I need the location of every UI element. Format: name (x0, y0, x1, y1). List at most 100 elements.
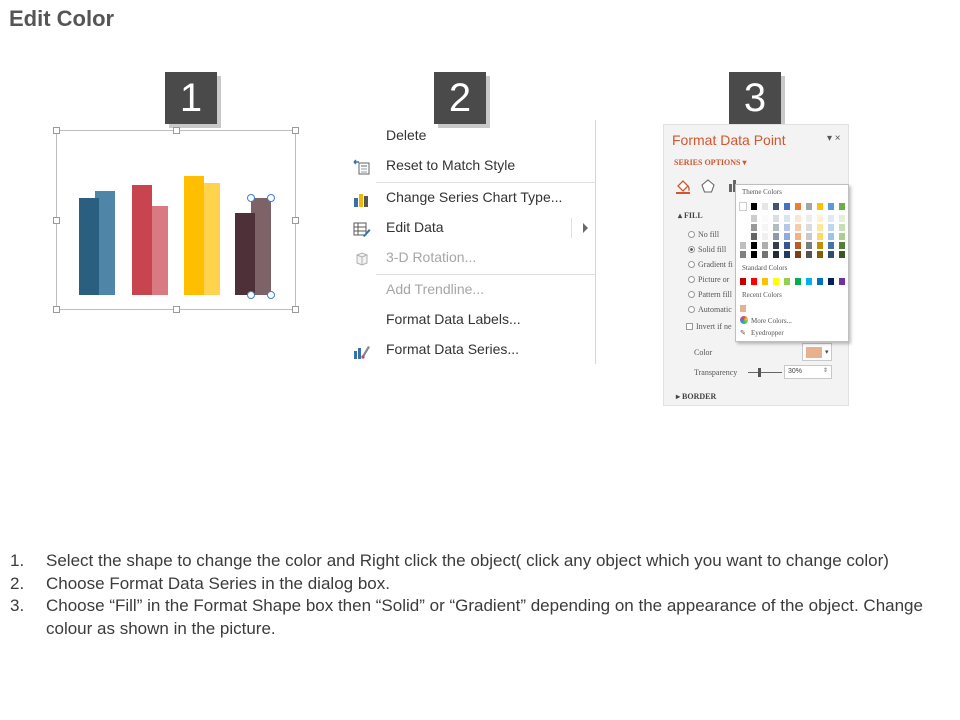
theme-color-swatch[interactable] (740, 215, 746, 222)
theme-color-swatch[interactable] (817, 242, 823, 249)
bar-4-series-1[interactable] (235, 213, 255, 295)
theme-color-swatch[interactable] (762, 203, 768, 210)
theme-color-swatch[interactable] (806, 233, 812, 240)
menu-item-format-data-series[interactable]: Format Data Series... (346, 338, 596, 364)
selection-handle[interactable] (247, 194, 255, 202)
theme-color-swatch[interactable] (784, 203, 790, 210)
theme-color-swatch[interactable] (773, 215, 779, 222)
menu-item-reset-style[interactable]: Reset to Match Style (346, 154, 596, 180)
theme-color-swatch[interactable] (817, 215, 823, 222)
selection-handle[interactable] (267, 194, 275, 202)
border-section-header[interactable]: ▸ BORDER (676, 392, 716, 401)
theme-color-swatch[interactable] (806, 251, 812, 258)
solid-fill-radio[interactable]: Solid fill (688, 245, 738, 257)
transparency-slider-track[interactable] (748, 372, 782, 373)
theme-color-swatch[interactable] (762, 251, 768, 258)
theme-color-swatch[interactable] (839, 233, 845, 240)
theme-color-swatch[interactable] (784, 242, 790, 249)
resize-handle[interactable] (292, 306, 299, 313)
theme-color-swatch[interactable] (839, 251, 845, 258)
theme-color-swatch[interactable] (839, 224, 845, 231)
eyedropper-option[interactable]: ✎ Eyedropper (740, 329, 784, 337)
pane-menu-close-icon[interactable]: ▾ × (827, 133, 841, 144)
theme-color-swatch[interactable] (795, 215, 801, 222)
resize-handle[interactable] (53, 217, 60, 224)
bar-2-series-1[interactable] (132, 185, 152, 295)
theme-color-swatch[interactable] (773, 251, 779, 258)
standard-color-swatch[interactable] (806, 278, 812, 285)
effects-tab-icon[interactable] (700, 178, 716, 199)
theme-color-swatch[interactable] (762, 242, 768, 249)
theme-color-swatch[interactable] (751, 242, 757, 249)
theme-color-swatch[interactable] (817, 203, 823, 210)
theme-color-swatch[interactable] (817, 233, 823, 240)
theme-color-swatch[interactable] (751, 233, 757, 240)
standard-color-swatch[interactable] (795, 278, 801, 285)
theme-color-swatch[interactable] (828, 215, 834, 222)
resize-handle[interactable] (173, 306, 180, 313)
theme-color-swatch[interactable] (740, 233, 746, 240)
theme-color-swatch[interactable] (795, 233, 801, 240)
fill-line-tab-icon[interactable] (674, 177, 692, 200)
resize-handle[interactable] (53, 127, 60, 134)
theme-color-swatch[interactable] (773, 203, 779, 210)
theme-color-swatch[interactable] (740, 251, 746, 258)
picture-fill-radio[interactable]: Picture or (688, 275, 736, 287)
theme-color-swatch[interactable] (795, 224, 801, 231)
theme-color-swatch[interactable] (806, 215, 812, 222)
theme-color-swatch[interactable] (784, 233, 790, 240)
theme-color-swatch[interactable] (795, 203, 801, 210)
selection-handle[interactable] (247, 291, 255, 299)
theme-color-swatch[interactable] (740, 242, 746, 249)
theme-color-swatch[interactable] (828, 251, 834, 258)
resize-handle[interactable] (292, 217, 299, 224)
pattern-fill-radio[interactable]: Pattern fill (688, 290, 736, 302)
theme-color-swatch[interactable] (773, 233, 779, 240)
theme-color-swatch[interactable] (773, 242, 779, 249)
bar-3-series-1[interactable] (184, 176, 204, 295)
theme-color-swatch[interactable] (762, 224, 768, 231)
theme-color-swatch[interactable] (839, 215, 845, 222)
theme-color-swatch[interactable] (828, 224, 834, 231)
resize-handle[interactable] (53, 306, 60, 313)
gradient-fill-radio[interactable]: Gradient fi (688, 260, 736, 272)
transparency-slider-thumb[interactable] (758, 368, 761, 377)
theme-color-swatch[interactable] (751, 251, 757, 258)
menu-item-delete[interactable]: Delete (346, 124, 596, 150)
resize-handle[interactable] (292, 127, 299, 134)
theme-color-swatch[interactable] (817, 224, 823, 231)
theme-color-swatch[interactable] (784, 251, 790, 258)
theme-color-swatch[interactable] (795, 242, 801, 249)
theme-color-swatch[interactable] (751, 215, 757, 222)
theme-color-swatch[interactable] (817, 251, 823, 258)
theme-color-swatch[interactable] (740, 224, 746, 231)
theme-color-swatch[interactable] (784, 215, 790, 222)
transparency-input[interactable]: 30% ⇕ (784, 365, 832, 379)
theme-color-swatch[interactable] (751, 203, 757, 210)
theme-color-swatch[interactable] (751, 224, 757, 231)
menu-item-format-data-labels[interactable]: Format Data Labels... (346, 308, 596, 334)
fill-color-picker-button[interactable]: ▾ (802, 343, 832, 361)
standard-color-swatch[interactable] (751, 278, 757, 285)
theme-color-swatch[interactable] (806, 224, 812, 231)
standard-color-swatch[interactable] (817, 278, 823, 285)
theme-color-swatch[interactable] (839, 242, 845, 249)
theme-color-swatch[interactable] (839, 203, 845, 210)
standard-color-swatch[interactable] (784, 278, 790, 285)
theme-color-swatch[interactable] (806, 203, 812, 210)
bar-1-series-1[interactable] (79, 198, 99, 295)
standard-color-swatch[interactable] (740, 278, 746, 285)
series-options-dropdown[interactable]: SERIES OPTIONS ▾ (674, 158, 746, 167)
fill-section-header[interactable]: ▴ FILL (678, 211, 703, 220)
theme-color-swatch[interactable] (828, 233, 834, 240)
theme-color-swatch[interactable] (828, 242, 834, 249)
automatic-fill-radio[interactable]: Automatic (688, 305, 736, 317)
invert-if-negative-checkbox[interactable]: Invert if ne (686, 322, 736, 334)
theme-color-swatch[interactable] (784, 224, 790, 231)
standard-color-swatch[interactable] (828, 278, 834, 285)
theme-color-swatch[interactable] (795, 251, 801, 258)
theme-color-swatch[interactable] (762, 233, 768, 240)
theme-color-swatch[interactable] (739, 202, 747, 211)
recent-color-swatch[interactable] (740, 305, 746, 312)
more-colors-option[interactable]: More Colors... (740, 316, 792, 325)
